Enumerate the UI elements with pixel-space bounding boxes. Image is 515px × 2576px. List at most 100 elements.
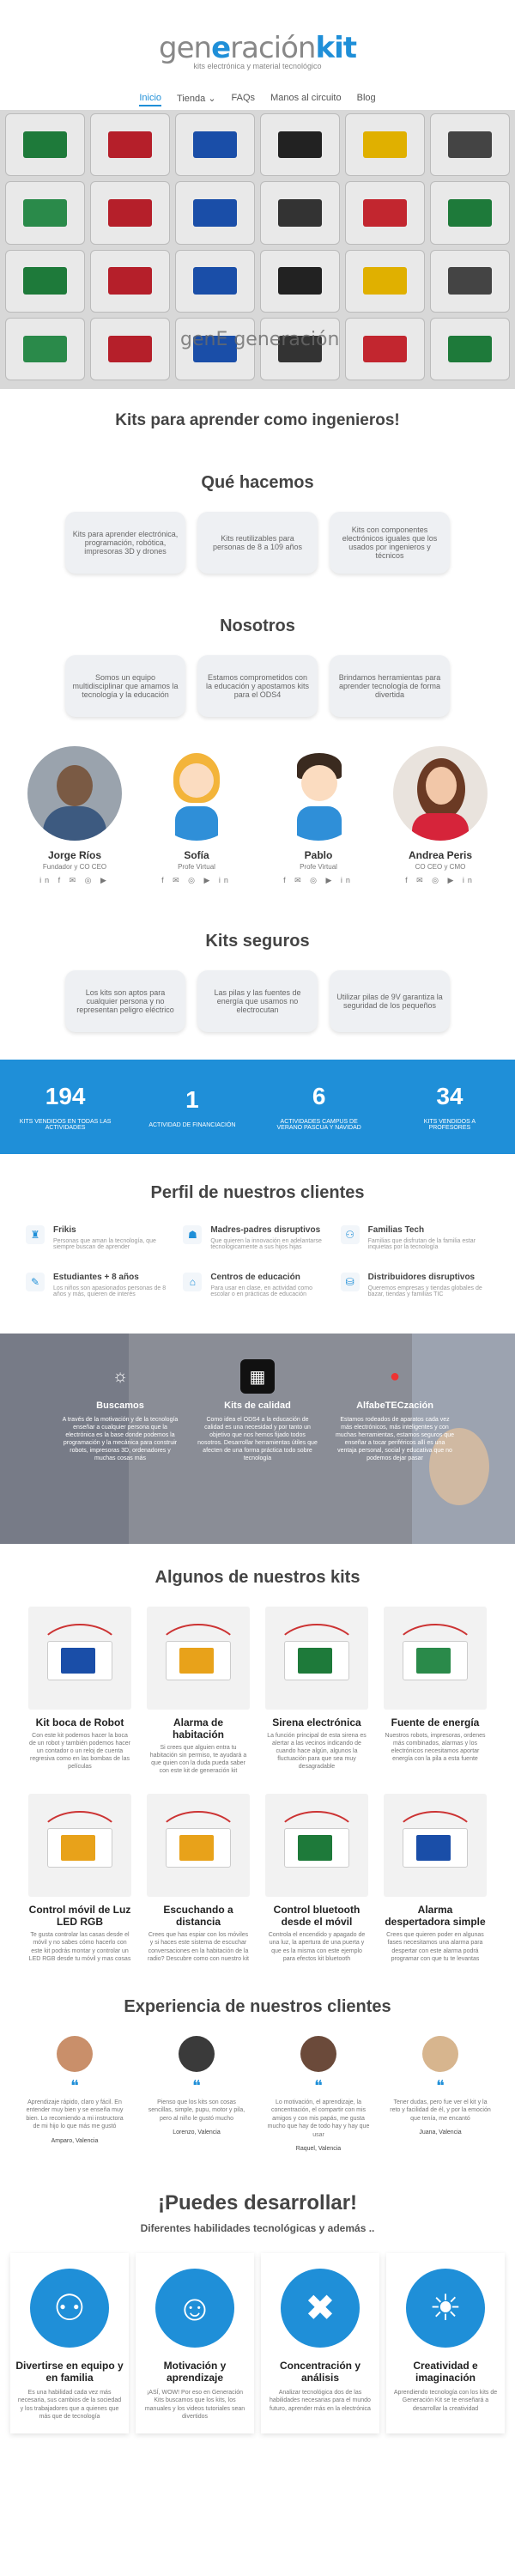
team-member: Sofía Profe Virtual f ✉ ◎ ▶ in (145, 746, 248, 885)
seguros-title: Kits seguros (205, 932, 310, 951)
testimonial-author: Lorenzo, Valencia (173, 2129, 221, 2136)
member-name: Jorge Ríos (47, 849, 101, 861)
que-hacemos-title: Qué hacemos (201, 473, 314, 492)
social-icons[interactable]: f ✉ ◎ ▶ in (389, 876, 492, 885)
site-logo[interactable]: generaciónkit (0, 31, 515, 65)
kit-card[interactable]: Sirena electrónica La función principal d… (265, 1607, 368, 1775)
perfil-item: ⌂ Centros de educación Para usar en clase,… (183, 1273, 331, 1297)
kit-box (260, 113, 340, 177)
nosotros-card: Estamos comprometidos con la educación y… (197, 655, 318, 717)
experiencia-title: Experiencia de nuestros clientes (124, 1996, 391, 2016)
kit-box (260, 181, 340, 245)
member-name: Sofía (184, 849, 209, 861)
stat-item: 1 ACTIVIDAD DE FINANCIACIÓN (148, 1086, 235, 1128)
que-hacemos-card: Kits reutilizables para personas de 8 a … (197, 512, 318, 574)
kit-title: Alarma de habitación (172, 1716, 224, 1741)
kit-photo (147, 1607, 250, 1710)
social-icons[interactable]: in f ✉ ◎ ▶ (23, 876, 126, 885)
nav-inicio[interactable]: Inicio (139, 93, 162, 106)
nosotros-list: Somos un equipo multidisciplinar que ama… (0, 655, 515, 717)
nav-faqs[interactable]: FAQs (232, 93, 256, 106)
kit-desc: Crees que quieren poder en algunas fases… (386, 1932, 484, 1962)
smile-icon: ☺ (155, 2268, 234, 2348)
circuit-board (108, 335, 152, 363)
stat-number: 194 (45, 1083, 86, 1109)
testimonial-text: Tener dudas, pero fue ver el kit y la re… (390, 2099, 491, 2122)
feature-card: ▦ Kits de calidad Como idea el ODS4 a la… (197, 1359, 318, 1544)
skill-title: Concentración y análisis (279, 2359, 361, 2384)
perfil-item-desc: Para usar en clase, en actividad como es… (210, 1285, 313, 1297)
member-role: CO CEO y CMO (415, 863, 466, 871)
kit-card[interactable]: Alarma despertadora simple Crees que quie… (384, 1794, 487, 1962)
avatar (422, 2035, 458, 2072)
stat-item: 194 KITS VENDIDOS EN TODAS LAS ACTIVIDADE… (18, 1083, 112, 1131)
kit-card[interactable]: Control bluetooth desde el móvil Controla… (265, 1794, 368, 1962)
circuit-board (193, 131, 237, 159)
testimonial-author: Amparo, Valencia (51, 2137, 99, 2144)
nav-blog[interactable]: Blog (357, 93, 376, 106)
que-hacemos-card: Kits para aprender electrónica, programa… (65, 512, 185, 574)
perfil-item: ⚇ Familias Tech Familias que disfrutan de … (340, 1225, 489, 1250)
chevron-down-icon: ⌄ (208, 94, 216, 104)
circuit-board (363, 335, 407, 363)
kit-box (175, 113, 255, 177)
stat-number: 1 (185, 1085, 199, 1113)
circuit-board (448, 267, 492, 295)
testimonial-text: Pienso que los kits son cosas sencillas,… (148, 2099, 245, 2122)
circuit-board (363, 267, 407, 295)
kit-title: Kit boca de Robot (35, 1716, 124, 1728)
perfil-item-title: Estudiantes + 8 años (53, 1273, 139, 1282)
hero-image: genE generación (0, 110, 515, 389)
kit-title: Control móvil de Luz LED RGB (28, 1904, 131, 1929)
skill-title: Creatividad e imaginación (413, 2359, 478, 2384)
kit-card[interactable]: Alarma de habitación Si crees que alguien… (147, 1607, 250, 1775)
perfil-item-title: Familias Tech (367, 1225, 425, 1235)
testimonial-author: Raquel, Valencia (295, 2145, 342, 2152)
features-band: ☼ Buscamos A través de la motivación y d… (0, 1334, 515, 1544)
tools-icon: ✖ (281, 2268, 360, 2348)
feature-title: Kits de calidad (224, 1400, 291, 1411)
skills-row: ⚇ Divertirse en equipo y en familia Es una… (0, 2252, 515, 2433)
family-icon: ⚇ (30, 2268, 109, 2348)
testimonial-card: ❝ Lo motivación, el aprendizaje, la conce… (267, 2035, 370, 2152)
nav-tienda[interactable]: Tienda ⌄ (177, 93, 216, 106)
member-role: Profe Virtual (300, 863, 337, 871)
kit-card[interactable]: Kit boca de Robot Con este kit podemos ha… (28, 1607, 131, 1775)
stat-label: ACTIVIDADES CAMPUS DE VERANO PASCUA Y NA… (276, 1119, 361, 1131)
circuit-board (363, 199, 407, 227)
kit-photo (265, 1607, 368, 1710)
perfil-item: ☗ Madres-padres disruptivos Que quieren la… (183, 1225, 331, 1250)
circuit-board (23, 199, 67, 227)
que-hacemos-list: Kits para aprender electrónica, programa… (0, 512, 515, 574)
logo-text: ración (230, 31, 316, 65)
stat-number: 6 (312, 1083, 326, 1109)
testimonials: ❝ Aprendizaje rápido, claro y fácil. En e… (0, 2035, 515, 2152)
circuit-board (23, 131, 67, 159)
algunos-title: Algunos de nuestros kits (154, 1568, 360, 1587)
social-icons[interactable]: f ✉ ◎ ▶ in (145, 876, 248, 885)
hero-overlay-text: genE generación (180, 329, 340, 350)
circuit-board (108, 267, 152, 295)
nosotros-card: Brindamos herramientas para aprender tec… (330, 655, 450, 717)
kit-card[interactable]: Escuchando a distancia Crees que has espi… (147, 1794, 250, 1962)
nav-manos[interactable]: Manos al circuito (270, 93, 342, 106)
circuit-board (363, 131, 407, 159)
perfil-grid: ♜ Frikis Personas que aman la tecnología, … (0, 1225, 515, 1297)
desarrollar-title: ¡Puedes desarrollar! (157, 2190, 358, 2215)
robot-icon: ♜ (26, 1225, 45, 1244)
member-role: Profe Virtual (178, 863, 215, 871)
kit-box (260, 249, 340, 313)
nosotros-card: Somos un equipo multidisciplinar que ama… (65, 655, 185, 717)
stat-item: 34 KITS VENDIDOS A PROFESORES (403, 1083, 497, 1131)
people-icon: ☗ (183, 1225, 203, 1244)
kit-card[interactable]: Fuente de energía Nuestros robots, impres… (384, 1607, 487, 1775)
led-icon: ● (389, 1366, 401, 1386)
quote-icon: ❝ (192, 2076, 201, 2094)
social-icons[interactable]: f ✉ ◎ ▶ in (267, 876, 370, 885)
perfil-item-title: Madres-padres disruptivos (210, 1225, 321, 1235)
kit-card[interactable]: Control móvil de Luz LED RGB Te gusta con… (28, 1794, 131, 1962)
avatar (300, 2035, 336, 2072)
skill-desc: Analizar tecnológica dos de las habilida… (270, 2389, 371, 2412)
skill-card: ☀ Creatividad e imaginación Aprendiendo te… (386, 2252, 505, 2433)
kit-box (5, 317, 85, 380)
